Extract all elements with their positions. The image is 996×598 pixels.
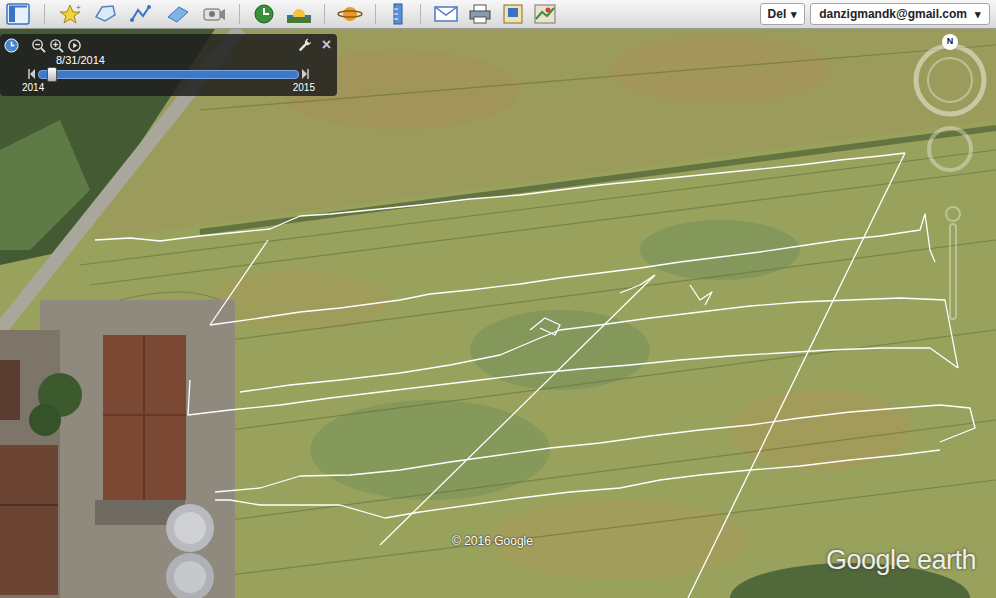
sidebar-icon[interactable]: [6, 3, 30, 25]
look-joystick-icon[interactable]: [925, 124, 975, 174]
save-image-icon[interactable]: [501, 3, 525, 25]
step-back-icon[interactable]: [28, 69, 36, 79]
close-button[interactable]: ×: [322, 38, 331, 52]
sunlight-icon[interactable]: [286, 3, 312, 25]
clock-icon[interactable]: [4, 38, 19, 53]
language-dropdown[interactable]: Del▾: [760, 3, 806, 25]
historical-imagery-icon[interactable]: [252, 3, 276, 25]
copyright: © 2016 Google: [452, 532, 533, 550]
google-earth-logo: Google earth: [826, 544, 976, 576]
gps-track: [0, 29, 996, 598]
navigation-controls[interactable]: N: [910, 34, 990, 334]
step-forward-icon[interactable]: [301, 69, 309, 79]
svg-text:+: +: [76, 3, 81, 12]
view-in-maps-icon[interactable]: [533, 3, 557, 25]
placemark-icon[interactable]: +: [59, 3, 83, 25]
map-view[interactable]: N © 2016 Google Google earth: [0, 29, 996, 598]
polygon-icon[interactable]: [93, 3, 119, 25]
time-slider-end: 2015: [293, 82, 315, 94]
ruler-icon[interactable]: [388, 3, 408, 25]
time-slider-start: 2014: [22, 82, 44, 94]
zoom-slider-icon[interactable]: [938, 184, 968, 324]
compass-icon[interactable]: [910, 40, 990, 120]
path-icon[interactable]: [129, 3, 155, 25]
account-dropdown[interactable]: danzigmandk@gmail.com▾: [810, 3, 990, 25]
time-slider-date: 8/31/2014: [56, 54, 105, 67]
time-slider-panel: × 8/31/2014 2014 2015: [0, 34, 337, 96]
email-icon[interactable]: [433, 3, 459, 25]
time-slider-track[interactable]: [38, 70, 299, 79]
tour-icon[interactable]: [201, 3, 227, 25]
satellite-imagery: [0, 29, 996, 598]
zoom-in-icon[interactable]: [49, 38, 64, 53]
time-slider-thumb[interactable]: [47, 67, 57, 82]
planet-icon[interactable]: [337, 3, 363, 25]
zoom-out-icon[interactable]: [31, 38, 46, 53]
print-icon[interactable]: [467, 3, 493, 25]
image-overlay-icon[interactable]: [165, 3, 191, 25]
toolbar: + Del▾ danzigmandk@gmail.com▾: [0, 0, 996, 29]
play-icon[interactable]: [67, 38, 82, 53]
compass-north: N: [942, 34, 958, 50]
wrench-icon[interactable]: [298, 38, 312, 52]
